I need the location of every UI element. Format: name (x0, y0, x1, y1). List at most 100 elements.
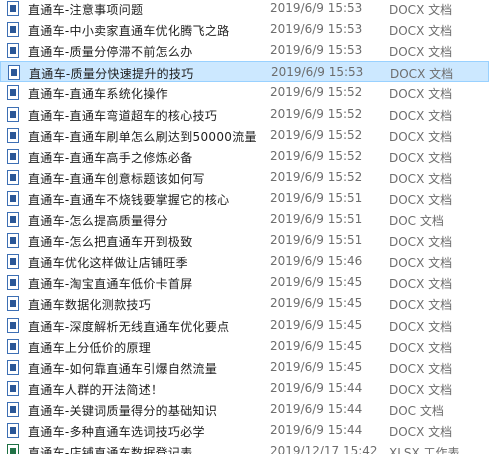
file-date-modified: 2019/6/9 15:45 (270, 338, 363, 353)
file-date-modified: 2019/6/9 15:51 (270, 212, 363, 226)
file-row[interactable]: 直通车数据化测款技巧 2019/6/9 15:45 DOCX 文档 (0, 293, 489, 314)
excel-sheet-icon (7, 444, 19, 454)
file-date-modified: 2019/6/9 15:52 (270, 127, 363, 142)
file-type: DOCX 文档 (389, 3, 453, 17)
file-name: 直通车-店铺直通车数据登记表 (28, 446, 193, 454)
word-doc-icon (7, 380, 19, 396)
file-row[interactable]: 直通车优化这样做让店铺旺季 2019/6/9 15:46 DOCX 文档 (0, 251, 489, 272)
file-row[interactable]: 直通车-如何靠直通车引爆自然流量 2019/6/9 15:45 DOCX 文档 (0, 357, 489, 378)
file-row[interactable]: 直通车-质量分停滞不前怎么办 2019/6/9 15:53 DOCX 文档 (0, 40, 489, 61)
file-name: 直通车-直通车系统化操作 (28, 87, 168, 102)
file-date-modified: 2019/6/9 15:45 (270, 317, 363, 332)
file-date-modified: 2019/6/9 15:53 (270, 22, 363, 37)
file-row[interactable]: 直通车-直通车弯道超车的核心技巧 2019/6/9 15:52 DOCX 文档 (0, 104, 489, 125)
file-type: DOCX 文档 (389, 298, 453, 313)
word-doc-icon (7, 275, 19, 291)
file-date-modified: 2019/6/9 15:51 (270, 190, 363, 205)
file-type: DOCX 文档 (389, 382, 453, 397)
word-doc-icon (7, 85, 19, 101)
file-date-modified: 2019/6/9 15:44 (270, 401, 363, 416)
file-date-modified: 2019/6/9 15:51 (270, 233, 363, 248)
file-date-modified: 2019/6/9 15:52 (270, 169, 363, 184)
file-type: XLSX 工作表 (389, 446, 460, 454)
file-row[interactable]: 直通车-质量分快速提升的技巧 2019/6/9 15:53 DOCX 文档 (0, 61, 489, 83)
file-name: 直通车人群的开法简述！ (28, 382, 164, 397)
file-row[interactable]: 直通车-店铺直通车数据登记表 2019/12/17 15:42 XLSX 工作表 (0, 441, 489, 454)
word-doc-icon (7, 22, 19, 38)
word-doc-icon (7, 233, 19, 249)
file-row[interactable]: 直通车-直通车高手之修炼必备 2019/6/9 15:52 DOCX 文档 (0, 146, 489, 167)
file-name: 直通车-直通车刷单怎么刷达到50000流量 (28, 129, 257, 144)
file-date-modified: 2019/6/9 15:52 (270, 85, 363, 100)
file-row[interactable]: 直通车-怎么把直通车开到极致 2019/6/9 15:51 DOCX 文档 (0, 230, 489, 251)
word-doc-icon (7, 148, 19, 164)
file-row[interactable]: 直通车上分低价的原理 2019/6/9 15:45 DOCX 文档 (0, 336, 489, 357)
file-row[interactable]: 直通车-注意事项问题 2019/6/9 15:53 DOCX 文档 (0, 0, 489, 19)
file-name: 直通车-关键词质量得分的基础知识 (28, 403, 218, 418)
file-row[interactable]: 直通车-直通车不烧钱要掌握它的核心 2019/6/9 15:51 DOCX 文档 (0, 188, 489, 209)
word-doc-icon (7, 338, 19, 354)
file-type: DOCX 文档 (389, 319, 453, 334)
file-date-modified: 2019/6/9 15:53 (270, 1, 363, 15)
file-name: 直通车-淘宝直通车低价卡首屏 (28, 277, 193, 292)
file-name: 直通车-深度解析无线直通车优化要点 (28, 319, 230, 334)
file-type: DOCX 文档 (389, 361, 453, 376)
file-name: 直通车-质量分停滞不前怎么办 (28, 45, 193, 60)
file-name: 直通车-质量分快速提升的技巧 (29, 67, 194, 82)
file-name: 直通车-直通车不烧钱要掌握它的核心 (28, 192, 230, 207)
file-type: DOCX 文档 (389, 150, 453, 165)
file-type: DOCX 文档 (389, 24, 453, 39)
word-doc-icon (7, 401, 19, 417)
file-name: 直通车-怎么提高质量得分 (28, 214, 168, 228)
file-row[interactable]: 直通车-直通车刷单怎么刷达到50000流量 2019/6/9 15:52 DOCX … (0, 125, 489, 146)
word-doc-icon (7, 106, 19, 122)
file-date-modified: 2019/6/9 15:45 (270, 296, 363, 311)
file-type: DOCX 文档 (389, 171, 453, 186)
file-row[interactable]: 直通车-多种直通车选词技巧必学 2019/6/9 15:44 DOCX 文档 (0, 420, 489, 441)
file-row[interactable]: 直通车-怎么提高质量得分 2019/6/9 15:51 DOC 文档 (0, 209, 489, 230)
file-row[interactable]: 直通车-直通车创意标题该如何写 2019/6/9 15:52 DOCX 文档 (0, 167, 489, 188)
file-type: DOCX 文档 (389, 340, 453, 355)
file-list: 直通车-注意事项问题 2019/6/9 15:53 DOCX 文档 直通车-中小卖家直… (0, 0, 489, 454)
file-name: 直通车-多种直通车选词技巧必学 (28, 425, 205, 439)
file-name: 直通车上分低价的原理 (28, 340, 152, 355)
file-name: 直通车-中小卖家直通车优化腾飞之路 (28, 24, 230, 39)
file-row[interactable]: 直通车-关键词质量得分的基础知识 2019/6/9 15:44 DOC 文档 (0, 399, 489, 420)
file-type: DOCX 文档 (389, 235, 453, 250)
file-date-modified: 2019/6/9 15:52 (270, 148, 363, 163)
word-doc-icon (7, 169, 19, 185)
file-type: DOCX 文档 (389, 87, 453, 102)
file-name: 直通车-注意事项问题 (28, 3, 144, 17)
file-name: 直通车-直通车创意标题该如何写 (28, 171, 205, 186)
word-doc-icon (7, 423, 19, 438)
file-name: 直通车-如何靠直通车引爆自然流量 (28, 361, 218, 376)
file-row[interactable]: 直通车-中小卖家直通车优化腾飞之路 2019/6/9 15:53 DOCX 文档 (0, 19, 489, 40)
word-doc-icon (7, 296, 19, 312)
file-row[interactable]: 直通车-直通车系统化操作 2019/6/9 15:52 DOCX 文档 (0, 82, 489, 103)
file-type: DOCX 文档 (389, 108, 453, 123)
word-doc-icon (7, 1, 19, 16)
file-name: 直通车优化这样做让店铺旺季 (28, 256, 188, 271)
word-doc-icon (7, 43, 19, 59)
file-type: DOC 文档 (389, 214, 444, 228)
file-date-modified: 2019/6/9 15:53 (270, 43, 363, 58)
file-type: DOCX 文档 (389, 425, 453, 439)
file-date-modified: 2019/6/9 15:44 (270, 380, 363, 395)
file-name: 直通车数据化测款技巧 (28, 298, 152, 313)
word-doc-icon (8, 65, 20, 81)
file-type: DOCX 文档 (389, 192, 453, 207)
word-doc-icon (7, 359, 19, 375)
file-row[interactable]: 直通车-深度解析无线直通车优化要点 2019/6/9 15:45 DOCX 文档 (0, 315, 489, 336)
file-row[interactable]: 直通车人群的开法简述！ 2019/6/9 15:44 DOCX 文档 (0, 378, 489, 399)
file-type: DOC 文档 (389, 403, 444, 418)
file-type: DOCX 文档 (390, 67, 454, 82)
file-date-modified: 2019/6/9 15:52 (270, 106, 363, 121)
file-type: DOCX 文档 (389, 277, 453, 292)
file-date-modified: 2019/6/9 15:44 (270, 423, 363, 437)
file-row[interactable]: 直通车-淘宝直通车低价卡首屏 2019/6/9 15:45 DOCX 文档 (0, 272, 489, 293)
word-doc-icon (7, 254, 19, 270)
word-doc-icon (7, 127, 19, 143)
file-name: 直通车-直通车弯道超车的核心技巧 (28, 108, 218, 123)
word-doc-icon (7, 317, 19, 333)
file-type: DOCX 文档 (389, 129, 453, 144)
